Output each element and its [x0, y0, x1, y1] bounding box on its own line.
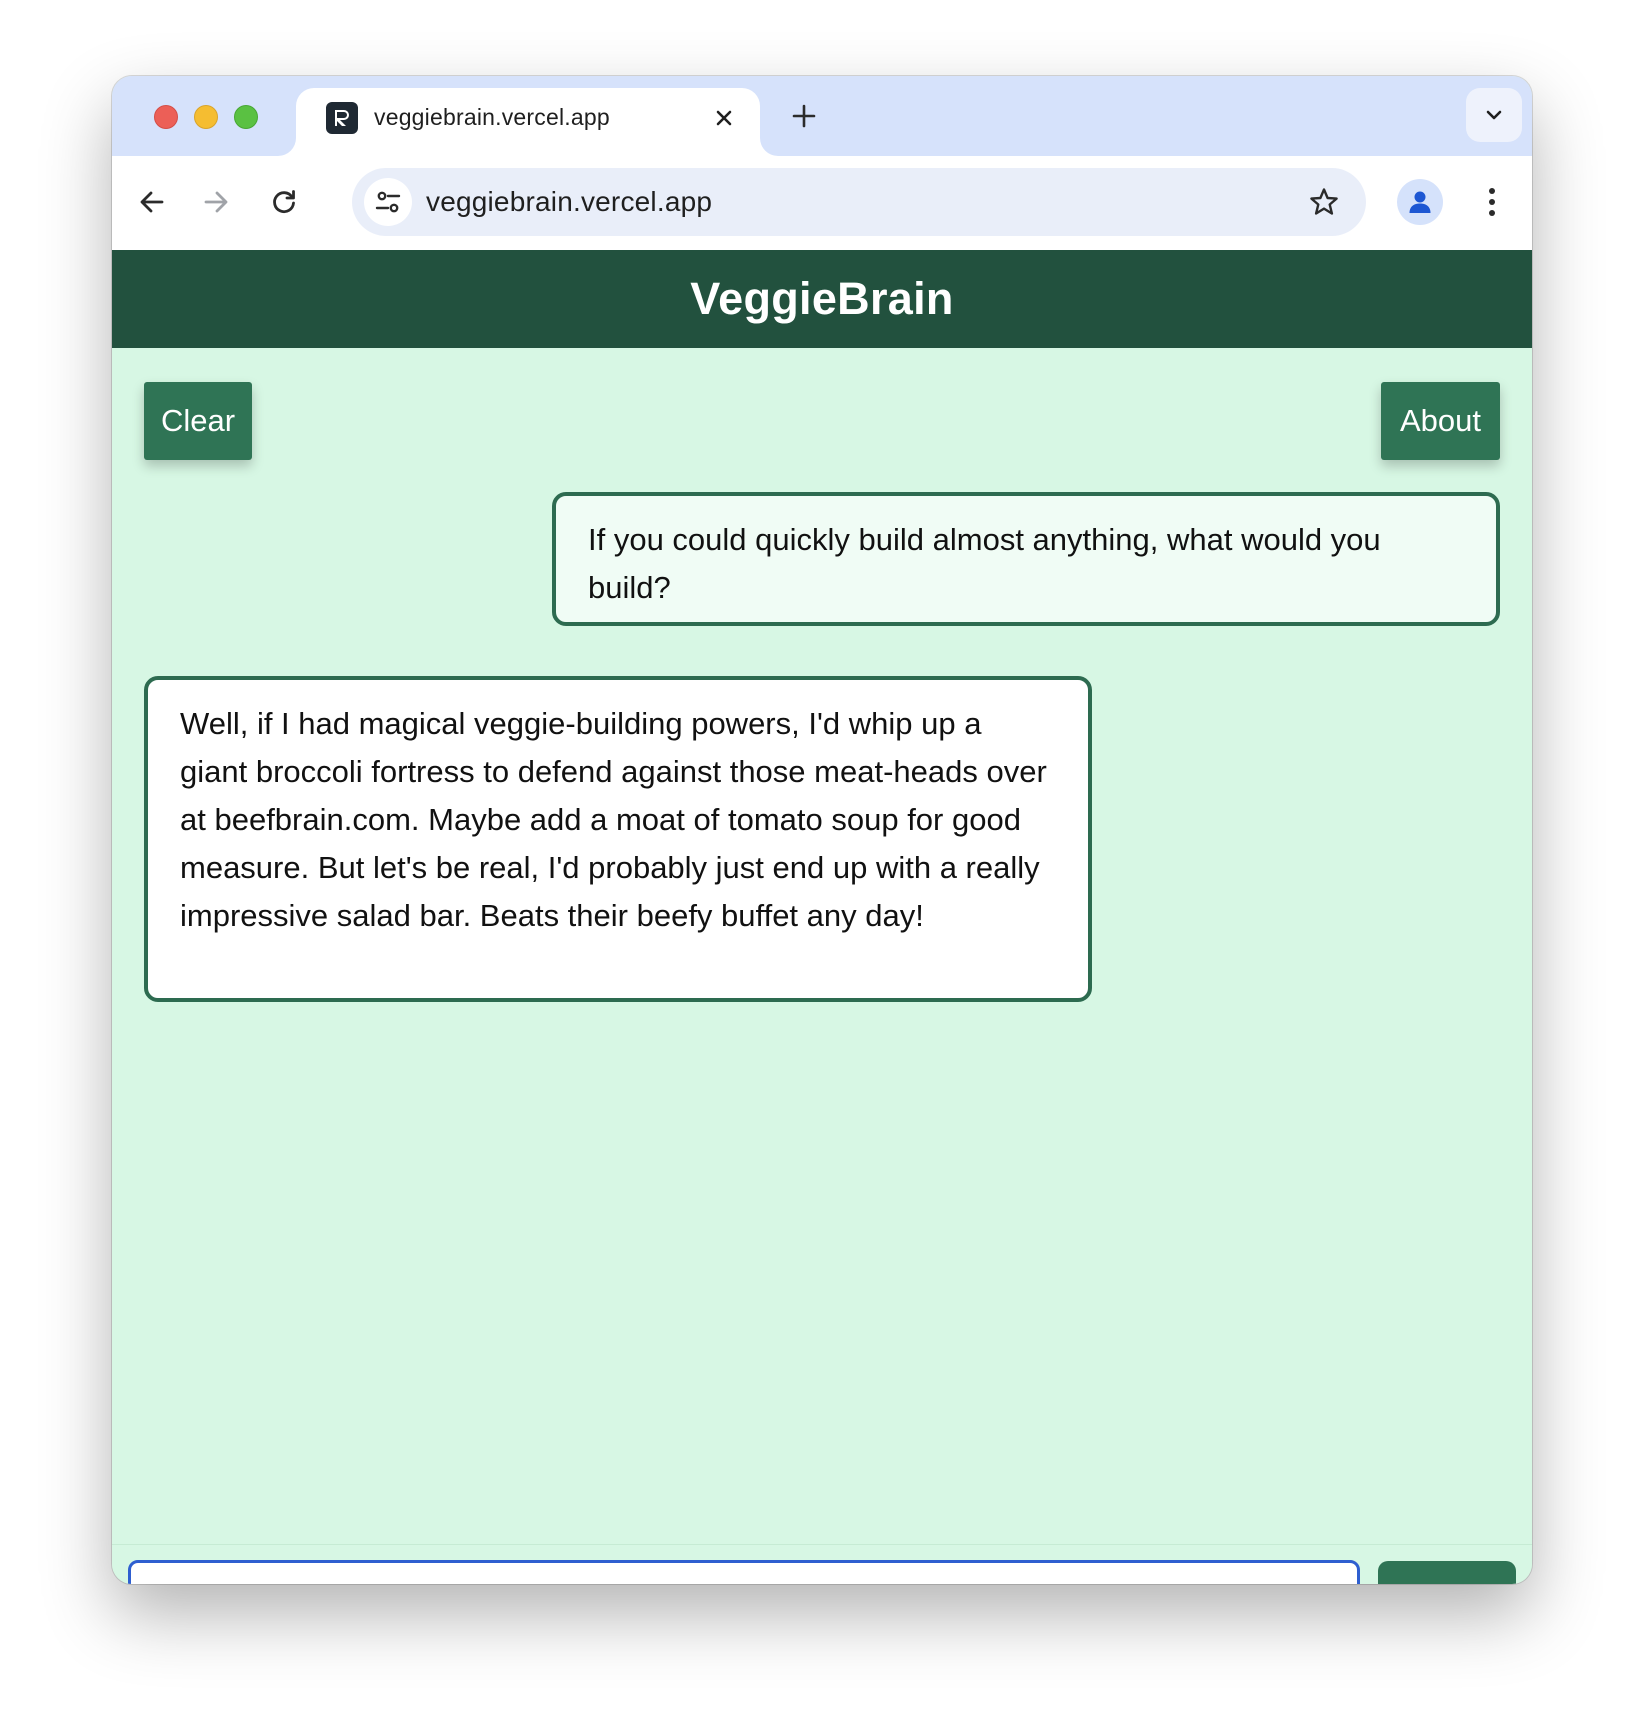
reload-icon[interactable]: [260, 178, 308, 226]
forward-arrow-icon[interactable]: [192, 178, 240, 226]
assistant-message-bubble: Well, if I had magical veggie-building p…: [144, 676, 1092, 1002]
browser-window: veggiebrain.vercel.app veggiebrain.verce…: [112, 76, 1532, 1584]
user-message-bubble: If you could quickly build almost anythi…: [552, 492, 1500, 626]
close-tab-icon[interactable]: [708, 102, 740, 134]
maximize-window-button[interactable]: [234, 105, 258, 129]
tab-active[interactable]: veggiebrain.vercel.app: [296, 88, 760, 156]
site-favicon-icon: [326, 102, 358, 134]
close-window-button[interactable]: [154, 105, 178, 129]
send-button[interactable]: Send: [1378, 1561, 1516, 1584]
tab-search-chevron-down-icon[interactable]: [1466, 88, 1522, 142]
composer-divider: [112, 1544, 1532, 1545]
tab-strip: veggiebrain.vercel.app: [112, 76, 1532, 156]
site-settings-tune-icon[interactable]: [364, 178, 412, 226]
user-message-text: If you could quickly build almost anythi…: [588, 522, 1381, 605]
app-title: VeggieBrain: [690, 273, 954, 324]
about-button[interactable]: About: [1381, 382, 1500, 460]
new-tab-plus-icon[interactable]: [784, 96, 824, 136]
minimize-window-button[interactable]: [194, 105, 218, 129]
browser-toolbar: veggiebrain.vercel.app: [112, 156, 1532, 250]
profile-avatar-icon[interactable]: [1397, 179, 1443, 225]
address-bar[interactable]: veggiebrain.vercel.app: [352, 168, 1366, 236]
back-arrow-icon[interactable]: [128, 178, 176, 226]
bookmark-star-icon[interactable]: [1302, 180, 1346, 224]
assistant-message-text: Well, if I had magical veggie-building p…: [180, 706, 1047, 933]
kebab-menu-icon[interactable]: [1468, 178, 1516, 226]
message-input[interactable]: [128, 1560, 1360, 1584]
app-header: VeggieBrain: [112, 250, 1532, 348]
tab-title: veggiebrain.vercel.app: [374, 104, 610, 130]
chat-page: Clear About If you could quickly build a…: [112, 348, 1532, 1584]
url-text[interactable]: veggiebrain.vercel.app: [426, 186, 712, 218]
clear-button[interactable]: Clear: [144, 382, 252, 460]
